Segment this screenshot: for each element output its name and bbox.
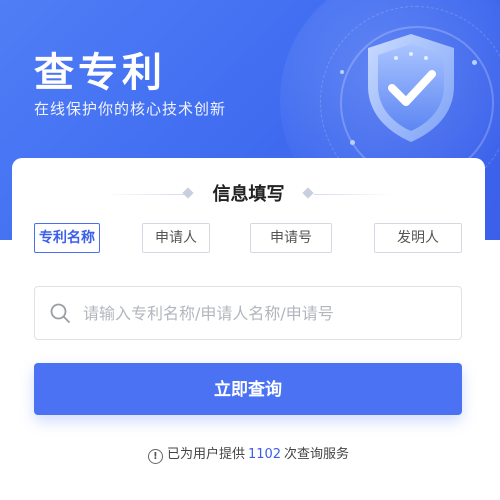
decor-dot — [472, 60, 477, 65]
tab-application-number[interactable]: 申请号 — [250, 223, 332, 253]
tab-applicant[interactable]: 申请人 — [142, 223, 210, 253]
tab-inventor[interactable]: 发明人 — [374, 223, 462, 253]
section-title: 信息填写 — [212, 184, 285, 205]
section-header: 信息填写 — [12, 180, 485, 208]
info-icon: ! — [147, 449, 163, 464]
search-icon — [50, 303, 70, 323]
tab-patent-name[interactable]: 专利名称 — [34, 223, 100, 253]
search-box — [34, 286, 462, 340]
shield-check-icon — [368, 34, 454, 142]
usage-note-prefix: 已为用户提供 — [166, 447, 245, 462]
hero-subtitle: 在线保护你的核心技术创新 — [34, 100, 227, 118]
usage-count: 1102 — [247, 447, 282, 462]
search-input[interactable] — [81, 287, 455, 339]
hero-title: 查专利 — [34, 50, 166, 96]
usage-note: ! 已为用户提供 1102 次查询服务 — [12, 443, 485, 464]
query-button[interactable]: 立即查询 — [34, 363, 462, 415]
divider-right — [314, 194, 394, 195]
search-card: 信息填写 专利名称 申请人 申请号 发明人 立即查询 !已为用户提供1102次查… — [12, 158, 485, 500]
decor-dot — [340, 70, 344, 74]
usage-note-suffix: 次查询服务 — [284, 447, 350, 462]
decor-dot — [350, 140, 355, 145]
